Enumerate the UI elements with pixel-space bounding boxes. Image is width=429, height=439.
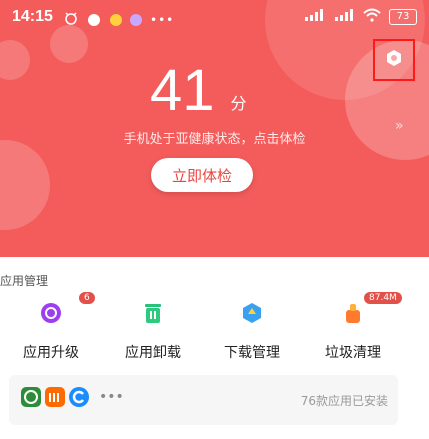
uninstall-icon xyxy=(142,302,164,324)
score-unit: 分 xyxy=(230,94,247,113)
clean-badge: 87.4M xyxy=(364,292,402,304)
app-icon-row: ••• xyxy=(21,387,124,407)
tool-label: 下载管理 xyxy=(224,345,280,361)
mi-app-icon xyxy=(45,387,65,407)
more-notifications-icon: ••• xyxy=(150,12,175,27)
decor-circle xyxy=(0,140,50,230)
signal-icon xyxy=(333,9,355,24)
junk-clean-button[interactable]: 87.4M 垃圾清理 xyxy=(313,292,402,362)
tool-label: 垃圾清理 xyxy=(325,345,381,361)
app-notification-icon xyxy=(110,13,122,26)
alarm-icon xyxy=(64,10,78,29)
app-uninstall-button[interactable]: 应用卸载 xyxy=(113,302,193,362)
installed-apps-card[interactable]: ••• 76款应用已安装 xyxy=(9,375,398,425)
download-manager-button[interactable]: 下载管理 xyxy=(212,302,292,362)
more-icon: ••• xyxy=(99,389,124,405)
health-status-text: 手机处于亚健康状态，点击体检 xyxy=(123,132,306,147)
app-notification-icon xyxy=(86,11,102,28)
battery-icon: 73 xyxy=(389,8,417,25)
app-icon xyxy=(69,387,89,407)
decor-circle xyxy=(0,40,30,80)
app-icon xyxy=(21,387,41,407)
status-time: 14:15 xyxy=(12,8,53,25)
system-icons: 73 xyxy=(303,8,417,25)
notification-icons: ••• xyxy=(64,10,174,29)
status-bar: 14:15 ••• 73 xyxy=(0,0,429,34)
upgrade-badge: 6 xyxy=(79,292,95,304)
health-header: 14:15 ••• 73 41 分 » 手机处于亚健康状态，点击体检 立即体检 xyxy=(0,0,429,257)
clean-icon xyxy=(342,302,364,324)
installed-count: 76款应用已安装 xyxy=(300,394,388,408)
app-upgrade-button[interactable]: 6 应用升级 xyxy=(11,292,95,362)
score-value: 41 xyxy=(150,58,215,123)
tool-label: 应用卸载 xyxy=(125,345,181,361)
section-title: 应用管理 xyxy=(0,274,49,288)
tool-label: 应用升级 xyxy=(23,345,79,361)
upgrade-icon xyxy=(40,302,62,324)
app-notification-icon xyxy=(130,13,142,26)
gear-icon xyxy=(384,48,404,72)
download-icon xyxy=(241,302,263,324)
wifi-icon xyxy=(363,8,381,25)
health-score: 41 分 xyxy=(150,62,247,120)
settings-button[interactable] xyxy=(373,39,415,81)
check-now-button[interactable]: 立即体检 xyxy=(151,158,253,192)
signal-icon xyxy=(303,9,325,24)
